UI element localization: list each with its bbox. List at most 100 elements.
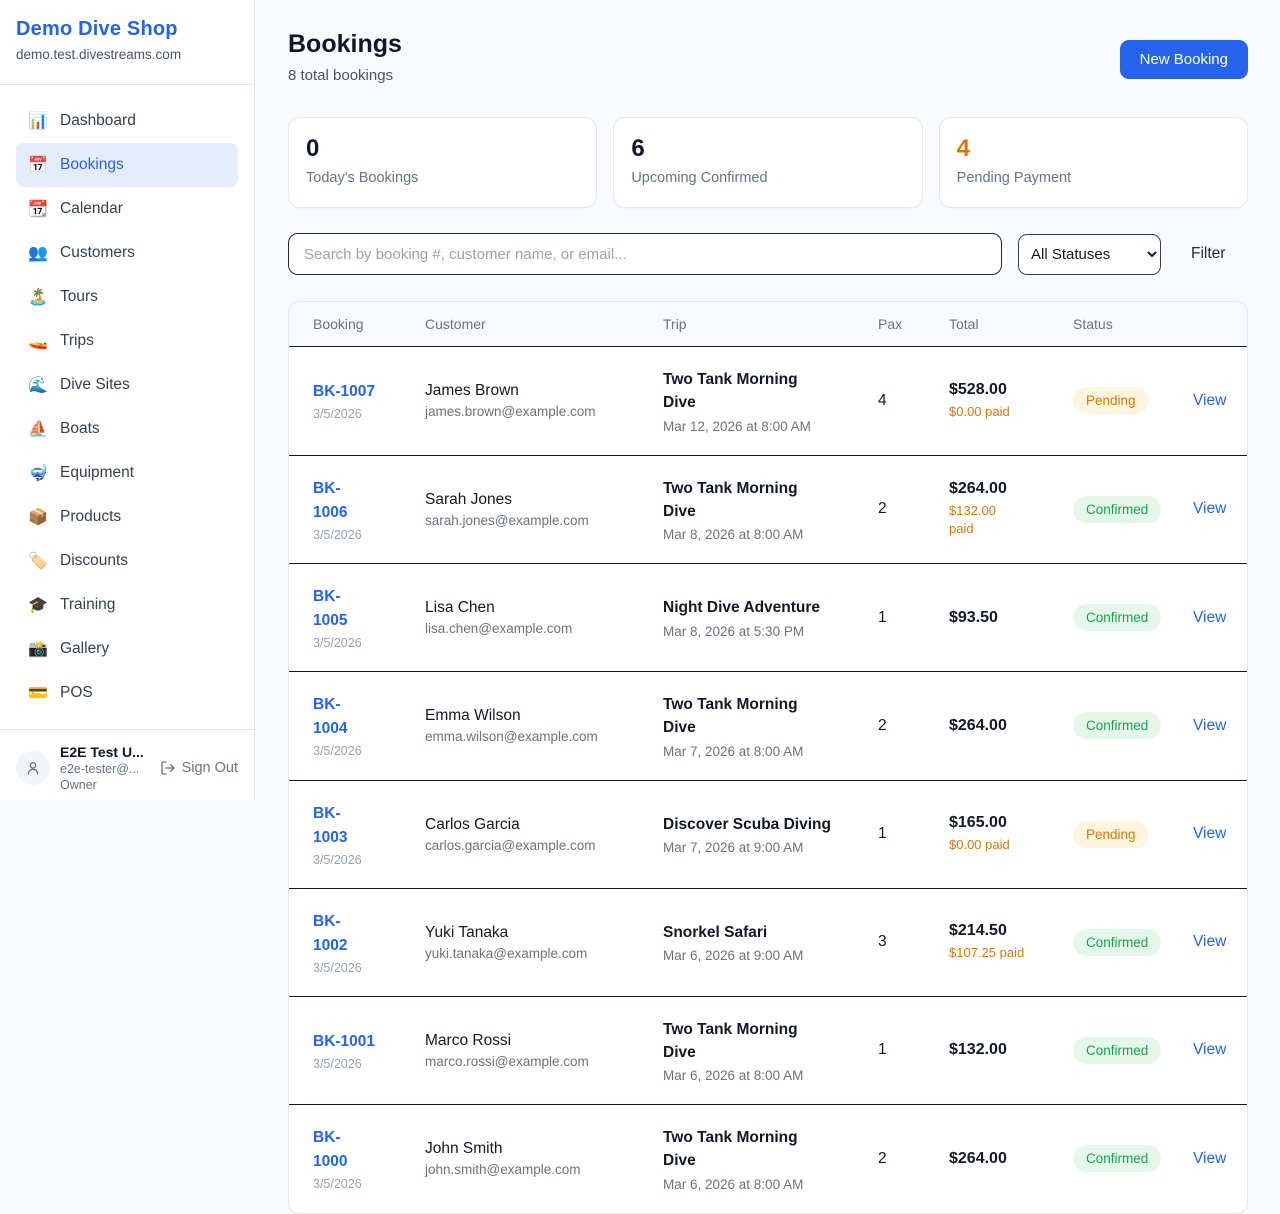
main-content: Bookings 8 total bookings New Booking 0 … bbox=[255, 0, 1280, 1214]
sidebar-item-trips[interactable]: 🚤 Trips bbox=[16, 319, 238, 363]
diving-mask-icon: 🤿 bbox=[28, 463, 48, 483]
sidebar-item-discounts[interactable]: 🏷️ Discounts bbox=[16, 539, 238, 583]
trip-time: Mar 6, 2026 at 8:00 AM bbox=[663, 1068, 878, 1083]
customer-name: Yuki Tanaka bbox=[425, 924, 663, 942]
sidebar-nav: 📊 Dashboard 📅 Bookings 📆 Calendar 👥 Cust… bbox=[0, 85, 254, 729]
sidebar-item-label: Equipment bbox=[60, 464, 134, 482]
booking-id-link[interactable]: BK-1004 bbox=[313, 693, 355, 741]
view-link[interactable]: View bbox=[1193, 1150, 1226, 1167]
pax-count: 3 bbox=[878, 933, 949, 951]
sidebar-item-products[interactable]: 📦 Products bbox=[16, 495, 238, 539]
col-header-total: Total bbox=[949, 316, 1073, 332]
customer-email: john.smith@example.com bbox=[425, 1162, 663, 1177]
booking-id-link[interactable]: BK-1007 bbox=[313, 383, 375, 400]
booking-id-link[interactable]: BK-1006 bbox=[313, 477, 355, 525]
customer-name: Lisa Chen bbox=[425, 599, 663, 617]
customer-name: Marco Rossi bbox=[425, 1032, 663, 1050]
sign-out-label: Sign Out bbox=[182, 760, 238, 776]
booking-id-link[interactable]: BK-1002 bbox=[313, 910, 355, 958]
pax-count: 4 bbox=[878, 392, 949, 410]
status-badge: Confirmed bbox=[1073, 496, 1161, 523]
sidebar-item-dive-sites[interactable]: 🌊 Dive Sites bbox=[16, 363, 238, 407]
view-link[interactable]: View bbox=[1193, 392, 1226, 409]
sign-out-button[interactable]: Sign Out bbox=[160, 760, 238, 776]
sidebar-item-gallery[interactable]: 📸 Gallery bbox=[16, 627, 238, 671]
sidebar-item-boats[interactable]: ⛵ Boats bbox=[16, 407, 238, 451]
sidebar-item-pos[interactable]: 💳 POS bbox=[16, 671, 238, 715]
customer-email: sarah.jones@example.com bbox=[425, 513, 663, 528]
sidebar-item-equipment[interactable]: 🤿 Equipment bbox=[16, 451, 238, 495]
pax-count: 1 bbox=[878, 825, 949, 843]
total-amount: $264.00 bbox=[949, 480, 1073, 498]
sidebar-item-dashboard[interactable]: 📊 Dashboard bbox=[16, 99, 238, 143]
search-input[interactable] bbox=[288, 233, 1002, 275]
trip-time: Mar 8, 2026 at 8:00 AM bbox=[663, 527, 878, 542]
trip-name: Two Tank Morning Dive bbox=[663, 693, 833, 740]
tearoff-calendar-icon: 📆 bbox=[28, 199, 48, 219]
sidebar-item-tours[interactable]: 🏝️ Tours bbox=[16, 275, 238, 319]
stat-label: Pending Payment bbox=[957, 170, 1230, 186]
user-box: E2E Test U... e2e-tester@... Owner Sign … bbox=[0, 729, 254, 808]
user-meta: E2E Test U... e2e-tester@... Owner bbox=[60, 744, 144, 792]
sidebar-item-label: POS bbox=[60, 684, 93, 702]
stat-label: Today's Bookings bbox=[306, 170, 579, 186]
customer-email: marco.rossi@example.com bbox=[425, 1054, 663, 1069]
status-badge: Confirmed bbox=[1073, 1037, 1161, 1064]
status-badge: Pending bbox=[1073, 821, 1149, 848]
sidebar-item-label: Dive Sites bbox=[60, 376, 130, 394]
booking-id-link[interactable]: BK-1005 bbox=[313, 585, 355, 633]
table-row: BK-1007 3/5/2026 James Brown james.brown… bbox=[289, 347, 1247, 456]
user-role: Owner bbox=[60, 778, 144, 792]
tag-icon: 🏷️ bbox=[28, 551, 48, 571]
sidebar-item-label: Bookings bbox=[60, 156, 124, 174]
view-link[interactable]: View bbox=[1193, 1041, 1226, 1058]
booking-date: 3/5/2026 bbox=[313, 1177, 425, 1191]
sidebar-item-label: Customers bbox=[60, 244, 135, 262]
view-link[interactable]: View bbox=[1193, 500, 1226, 517]
view-link[interactable]: View bbox=[1193, 609, 1226, 626]
view-link[interactable]: View bbox=[1193, 933, 1226, 950]
stat-value: 0 bbox=[306, 135, 579, 163]
view-link[interactable]: View bbox=[1193, 717, 1226, 734]
booking-id-link[interactable]: BK-1003 bbox=[313, 802, 355, 850]
new-booking-button[interactable]: New Booking bbox=[1120, 40, 1248, 79]
sidebar-item-label: Gallery bbox=[60, 640, 109, 658]
sidebar-item-bookings[interactable]: 📅 Bookings bbox=[16, 143, 238, 187]
customer-name: Emma Wilson bbox=[425, 707, 663, 725]
shop-domain: demo.test.divestreams.com bbox=[16, 47, 238, 62]
stat-value: 6 bbox=[631, 135, 904, 163]
pax-count: 2 bbox=[878, 1150, 949, 1168]
table-row: BK-1003 3/5/2026 Carlos Garcia carlos.ga… bbox=[289, 781, 1247, 889]
customer-name: Carlos Garcia bbox=[425, 816, 663, 834]
col-header-booking: Booking bbox=[313, 316, 425, 332]
col-header-trip: Trip bbox=[663, 316, 878, 332]
customer-email: james.brown@example.com bbox=[425, 404, 663, 419]
sidebar-item-label: Trips bbox=[60, 332, 94, 350]
pax-count: 1 bbox=[878, 609, 949, 627]
trip-name: Snorkel Safari bbox=[663, 921, 833, 944]
total-amount: $264.00 bbox=[949, 717, 1073, 735]
customer-name: James Brown bbox=[425, 382, 663, 400]
status-select[interactable]: All Statuses bbox=[1018, 234, 1161, 275]
booking-id-link[interactable]: BK-1000 bbox=[313, 1126, 355, 1174]
sidebar-item-calendar[interactable]: 📆 Calendar bbox=[16, 187, 238, 231]
sidebar-item-customers[interactable]: 👥 Customers bbox=[16, 231, 238, 275]
total-amount: $132.00 bbox=[949, 1041, 1073, 1059]
pax-count: 2 bbox=[878, 717, 949, 735]
trip-time: Mar 7, 2026 at 9:00 AM bbox=[663, 840, 878, 855]
trip-time: Mar 8, 2026 at 5:30 PM bbox=[663, 624, 878, 639]
page-subtitle: 8 total bookings bbox=[288, 67, 402, 84]
stat-card-todays-bookings: 0 Today's Bookings bbox=[288, 117, 597, 208]
sidebar-item-label: Products bbox=[60, 508, 121, 526]
sidebar-item-training[interactable]: 🎓 Training bbox=[16, 583, 238, 627]
view-link[interactable]: View bbox=[1193, 825, 1226, 842]
booking-id-link[interactable]: BK-1001 bbox=[313, 1033, 375, 1050]
filter-controls: All Statuses Filter bbox=[288, 233, 1248, 275]
status-badge: Confirmed bbox=[1073, 929, 1161, 956]
filter-button[interactable]: Filter bbox=[1177, 245, 1239, 263]
paid-amount: $0.00 paid bbox=[949, 836, 1073, 854]
trip-time: Mar 12, 2026 at 8:00 AM bbox=[663, 419, 878, 434]
shop-name: Demo Dive Shop bbox=[16, 18, 238, 41]
user-email: e2e-tester@... bbox=[60, 762, 144, 776]
trip-name: Two Tank Morning Dive bbox=[663, 1126, 833, 1173]
